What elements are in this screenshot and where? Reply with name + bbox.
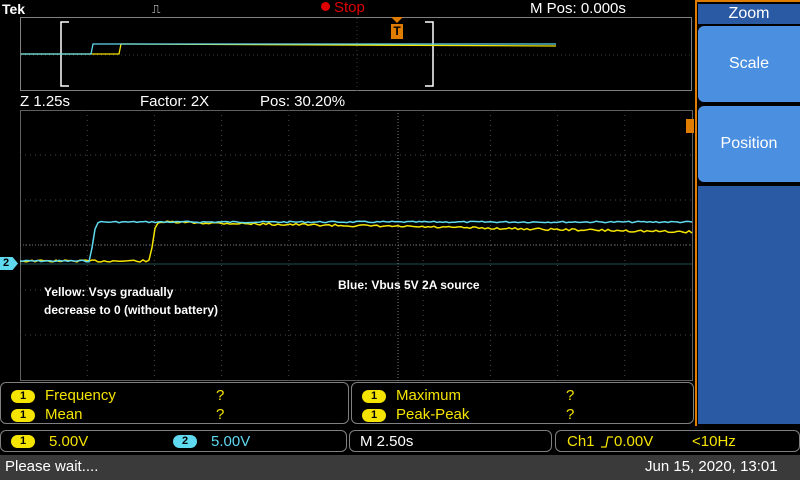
measurement-label: Maximum (396, 387, 462, 404)
measurement-row[interactable]: 1 Mean ? (11, 405, 341, 423)
timebase-panel[interactable]: M 2.50s (349, 430, 552, 452)
status-datetime: Jun 15, 2020, 13:01 (645, 458, 778, 475)
zoom-position-readout: Pos: 30.20% (260, 93, 346, 110)
ch1-badge: 1 (362, 390, 386, 403)
main-graticule (20, 110, 693, 381)
measurement-row[interactable]: 1 Peak-Peak ? (362, 405, 682, 423)
status-bar: Please wait.... Jun 15, 2020, 13:01 (0, 455, 800, 480)
ch1-badge: 1 (11, 409, 35, 422)
overview-trace-ch1 (21, 43, 557, 55)
position-button[interactable]: Position (698, 106, 800, 182)
trigger-position-marker: T (390, 17, 404, 41)
measurement-value: ? (216, 406, 225, 423)
measurement-value: ? (566, 406, 575, 423)
ch1-badge: 1 (11, 390, 35, 403)
zoom-scale-readout: Z 1.25s (20, 93, 71, 110)
trigger-level: 0.00V (614, 433, 654, 450)
main-waveform-display: Yellow: Vsys gradually decrease to 0 (wi… (20, 110, 694, 381)
trigger-status-icon: ⎍ (152, 2, 160, 16)
trigger-panel[interactable]: Ch1 0.00V <10Hz (555, 430, 800, 452)
overview-window (20, 17, 693, 92)
timebase-readout[interactable]: M 2.50s (360, 433, 413, 450)
trigger-marker-label: T (393, 24, 401, 38)
annotation-yellow-line1: Yellow: Vsys gradually (44, 285, 174, 299)
measurement-row[interactable]: 1 Frequency ? (11, 386, 341, 404)
ch1-scale[interactable]: 5.00V (49, 433, 88, 450)
status-message: Please wait.... (5, 458, 99, 475)
horizontal-position-readout: M Pos: 0.000s (530, 0, 626, 17)
stop-indicator-icon (321, 2, 330, 11)
zoom-factor-readout: Factor: 2X (140, 93, 210, 110)
brand-logo: Tek (2, 1, 26, 17)
menu-title: Zoom (698, 4, 800, 24)
measurement-panel-right[interactable]: 1 Maximum ? 1 Peak-Peak ? (351, 382, 694, 424)
ch2-badge[interactable]: 2 (173, 435, 197, 448)
measurement-value: ? (216, 387, 225, 404)
channel-scale-panel[interactable]: 1 5.00V 2 5.00V (0, 430, 347, 452)
overview-graticule (21, 18, 693, 92)
rising-edge-icon (600, 435, 614, 449)
annotation-blue: Blue: Vbus 5V 2A source (338, 278, 480, 292)
ch1-badge: 1 (362, 409, 386, 422)
ch2-ground-marker[interactable]: 2 (0, 257, 18, 270)
ch1-badge[interactable]: 1 (11, 435, 35, 448)
trigger-level-marker (686, 119, 694, 133)
ch2-scale[interactable]: 5.00V (211, 433, 250, 450)
run-state-label: Stop (334, 0, 365, 16)
menu-empty-area (698, 186, 800, 424)
measurement-label: Frequency (45, 387, 116, 404)
measurement-panel-left[interactable]: 1 Frequency ? 1 Mean ? (0, 382, 349, 424)
annotation-yellow: Yellow: Vsys gradually decrease to 0 (wi… (44, 283, 218, 319)
trigger-frequency: <10Hz (692, 433, 736, 450)
measurement-label: Mean (45, 406, 83, 423)
measurement-value: ? (566, 387, 575, 404)
measurement-row[interactable]: 1 Maximum ? (362, 386, 682, 404)
trigger-source: Ch1 (567, 433, 595, 450)
annotation-yellow-line2: decrease to 0 (without battery) (44, 303, 219, 317)
measurement-label: Peak-Peak (396, 406, 470, 423)
scale-button[interactable]: Scale (698, 26, 800, 102)
